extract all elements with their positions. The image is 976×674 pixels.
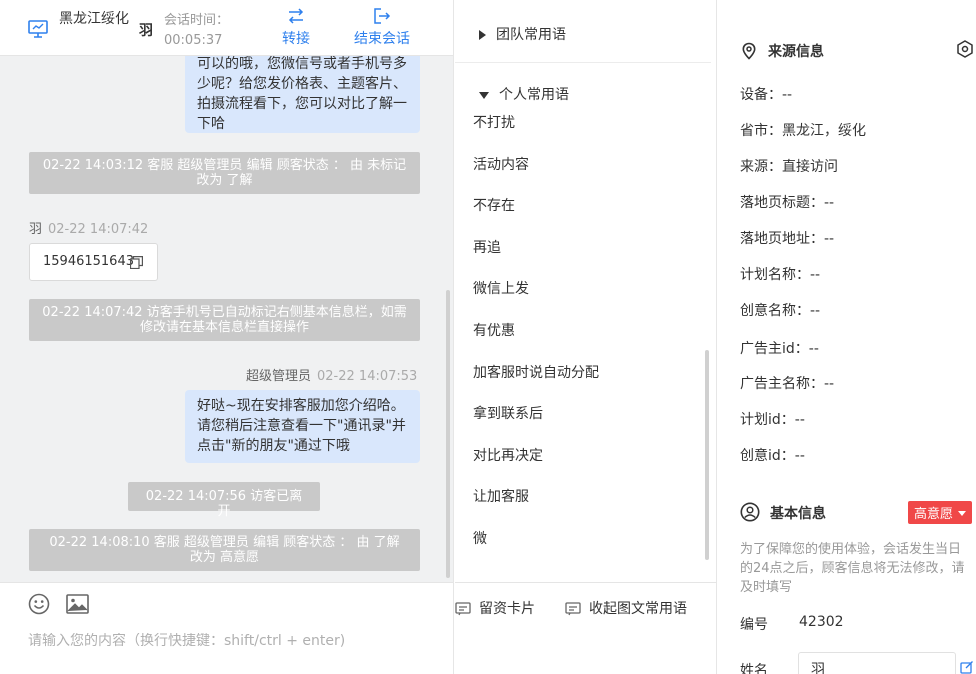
intent-level-dropdown[interactable]: 高意愿	[908, 501, 973, 524]
lead-card-label: 留资卡片	[479, 601, 535, 617]
collapse-phrases-label: 收起图文常用语	[589, 601, 687, 617]
message-composer	[0, 582, 453, 674]
customer-id-value: 42302	[799, 614, 844, 630]
common-phrases-panel: 团队常用语 个人常用语 不打扰 活动内容 不存在 再追 微信上发 有优惠 加客服…	[455, 0, 717, 674]
plan-name: 计划名称：--	[740, 267, 821, 283]
divider	[455, 62, 711, 63]
creative-name: 创意名称：--	[740, 303, 821, 319]
customer-id-label: 编号	[740, 617, 768, 633]
basic-info-title: 基本信息	[740, 502, 826, 523]
caret-right-icon	[479, 30, 486, 40]
phrase-item[interactable]: 不打扰	[473, 112, 515, 132]
agent-message-bubble: 好哒~现在安排客服加您介绍哈。请您稍后注意查看一下"通讯录"并点击"新的朋友"通…	[185, 390, 420, 463]
source-province-city: 省市：黑龙江，绥化	[740, 123, 866, 139]
session-time-label: 会话时间：	[164, 13, 230, 28]
chat-panel: 可以的哦，您微信号或者手机号多少呢？给您发价格表、主题客片、拍摄流程看下，您可以…	[0, 0, 454, 674]
phrase-item[interactable]: 微	[473, 528, 487, 548]
visitor-sender-name: 羽	[29, 222, 43, 237]
system-notice-text: 02-22 14:08:10 客服 超级管理员 编辑 顾客状态 ： 由 了解 改…	[49, 535, 400, 565]
caret-down-icon	[479, 91, 489, 99]
customer-name-field[interactable]: 羽	[798, 652, 956, 674]
transfer-button[interactable]: 转接	[282, 8, 310, 48]
user-circle-icon	[740, 502, 760, 522]
agent-sender-line: 超级管理员 02-22 14:07:53	[246, 365, 417, 384]
agent-message-text: 可以的哦，您微信号或者手机号多少呢？给您发价格表、主题客片、拍摄流程看下，您可以…	[197, 56, 407, 132]
system-notice-text: 02-22 14:07:56 访客已离开	[145, 489, 303, 519]
intent-level-value: 高意愿	[914, 507, 954, 522]
basic-info-label: 基本信息	[770, 506, 826, 522]
phrase-item[interactable]: 加客服时说自动分配	[473, 362, 599, 382]
phrase-item[interactable]: 活动内容	[473, 154, 529, 174]
phrase-item[interactable]: 微信上发	[473, 278, 529, 298]
source-info-label: 来源信息	[768, 44, 824, 60]
agent-message-time: 02-22 14:07:53	[317, 369, 418, 384]
system-notice-status-change: 02-22 14:08:10 客服 超级管理员 编辑 顾客状态 ： 由 了解 改…	[29, 529, 420, 571]
source-info-title: 来源信息	[740, 41, 824, 61]
system-notice-left: 02-22 14:07:56 访客已离开	[128, 482, 320, 519]
phrases-scrollbar[interactable]	[705, 350, 709, 560]
phone-number-text: 15946151643	[43, 254, 134, 269]
phrase-item[interactable]: 让加客服	[473, 486, 529, 506]
agent-sender-name: 超级管理员	[246, 369, 312, 384]
chat-scrollbar[interactable]	[446, 290, 450, 578]
system-notice-status-change: 02-22 14:03:12 客服 超级管理员 编辑 顾客状态 ： 由 未标记 …	[29, 152, 420, 194]
phrase-item[interactable]: 拿到联系后	[473, 403, 543, 423]
phrase-item[interactable]: 不存在	[473, 195, 515, 215]
customer-name-label: 姓名	[740, 663, 768, 674]
team-phrases-label: 团队常用语	[496, 27, 566, 43]
agent-message-bubble: 可以的哦，您微信号或者手机号多少呢？给您发价格表、主题客片、拍摄流程看下，您可以…	[185, 48, 420, 133]
visitor-info-panel: 来源信息 设备：-- 省市：黑龙江，绥化 来源：直接访问 落地页标题：-- 落地…	[718, 0, 976, 674]
visitor-sender-line: 羽 02-22 14:07:42	[29, 218, 148, 237]
card-icon	[455, 602, 471, 616]
edit-icon[interactable]	[960, 660, 974, 674]
session-time: 00:05:37	[164, 33, 223, 48]
transfer-icon	[288, 8, 304, 24]
settings-hex-icon[interactable]	[956, 40, 974, 62]
caret-down-icon	[958, 511, 967, 516]
collapse-phrases-button[interactable]: 收起图文常用语	[565, 598, 687, 618]
customer-name-value: 羽	[811, 662, 825, 674]
system-notice-text: 02-22 14:03:12 客服 超级管理员 编辑 顾客状态 ： 由 未标记 …	[42, 158, 407, 188]
phrase-item[interactable]: 对比再决定	[473, 445, 543, 465]
end-session-label: 结束会话	[354, 31, 410, 47]
copy-icon[interactable]	[129, 256, 143, 273]
edit-deadline-note: 为了保障您的使用体验，会话发生当日的24点之后，顾客信息将无法修改，请及时填写	[740, 542, 965, 595]
landing-page-url: 落地页地址：--	[740, 231, 835, 247]
monitor-icon	[28, 20, 48, 38]
landing-page-title: 落地页标题：--	[740, 195, 835, 211]
system-notice-text: 02-22 14:07:42 访客手机号已自动标记右侧基本信息栏，如需修改请在基…	[42, 305, 407, 335]
visitor-name: 羽	[139, 23, 153, 39]
phrases-toolbar: 留资卡片 收起图文常用语	[455, 582, 717, 674]
image-icon[interactable]	[66, 594, 89, 618]
plan-id: 计划id：--	[740, 412, 805, 428]
team-phrases-group[interactable]: 团队常用语	[479, 24, 566, 44]
personal-phrases-group[interactable]: 个人常用语	[479, 84, 569, 104]
agent-message-text: 好哒~现在安排客服加您介绍哈。请您稍后注意查看一下"通讯录"并点击"新的朋友"通…	[197, 398, 406, 454]
chat-workspace: 可以的哦，您微信号或者手机号多少呢？给您发价格表、主题客片、拍摄流程看下，您可以…	[0, 0, 976, 674]
message-icon	[565, 602, 581, 616]
transfer-label: 转接	[282, 31, 310, 47]
logout-icon	[374, 8, 391, 24]
phrase-item[interactable]: 有优惠	[473, 320, 515, 340]
location-pin-icon	[742, 42, 756, 60]
creative-id: 创意id：--	[740, 448, 805, 464]
message-input[interactable]	[28, 633, 448, 649]
advertiser-id: 广告主id：--	[740, 341, 819, 357]
system-notice-phone: 02-22 14:07:42 访客手机号已自动标记右侧基本信息栏，如需修改请在基…	[29, 299, 420, 341]
phrase-item[interactable]: 再追	[473, 237, 501, 257]
phone-number-card: 15946151643	[29, 243, 158, 281]
message-list[interactable]: 可以的哦，您微信号或者手机号多少呢？给您发价格表、主题客片、拍摄流程看下，您可以…	[0, 48, 453, 582]
end-session-button[interactable]: 结束会话	[354, 8, 410, 48]
chat-header: 黑龙江绥化 羽 会话时间： 00:05:37 转接 结束会话	[0, 0, 453, 56]
visitor-location: 黑龙江绥化	[59, 11, 129, 27]
emoji-icon[interactable]	[28, 593, 50, 619]
lead-card-button[interactable]: 留资卡片	[455, 598, 535, 618]
advertiser-name: 广告主名称：--	[740, 376, 835, 392]
source-channel: 来源：直接访问	[740, 159, 838, 175]
source-device: 设备：--	[740, 87, 793, 103]
personal-phrases-label: 个人常用语	[499, 87, 569, 103]
visitor-message-time: 02-22 14:07:42	[48, 222, 149, 237]
